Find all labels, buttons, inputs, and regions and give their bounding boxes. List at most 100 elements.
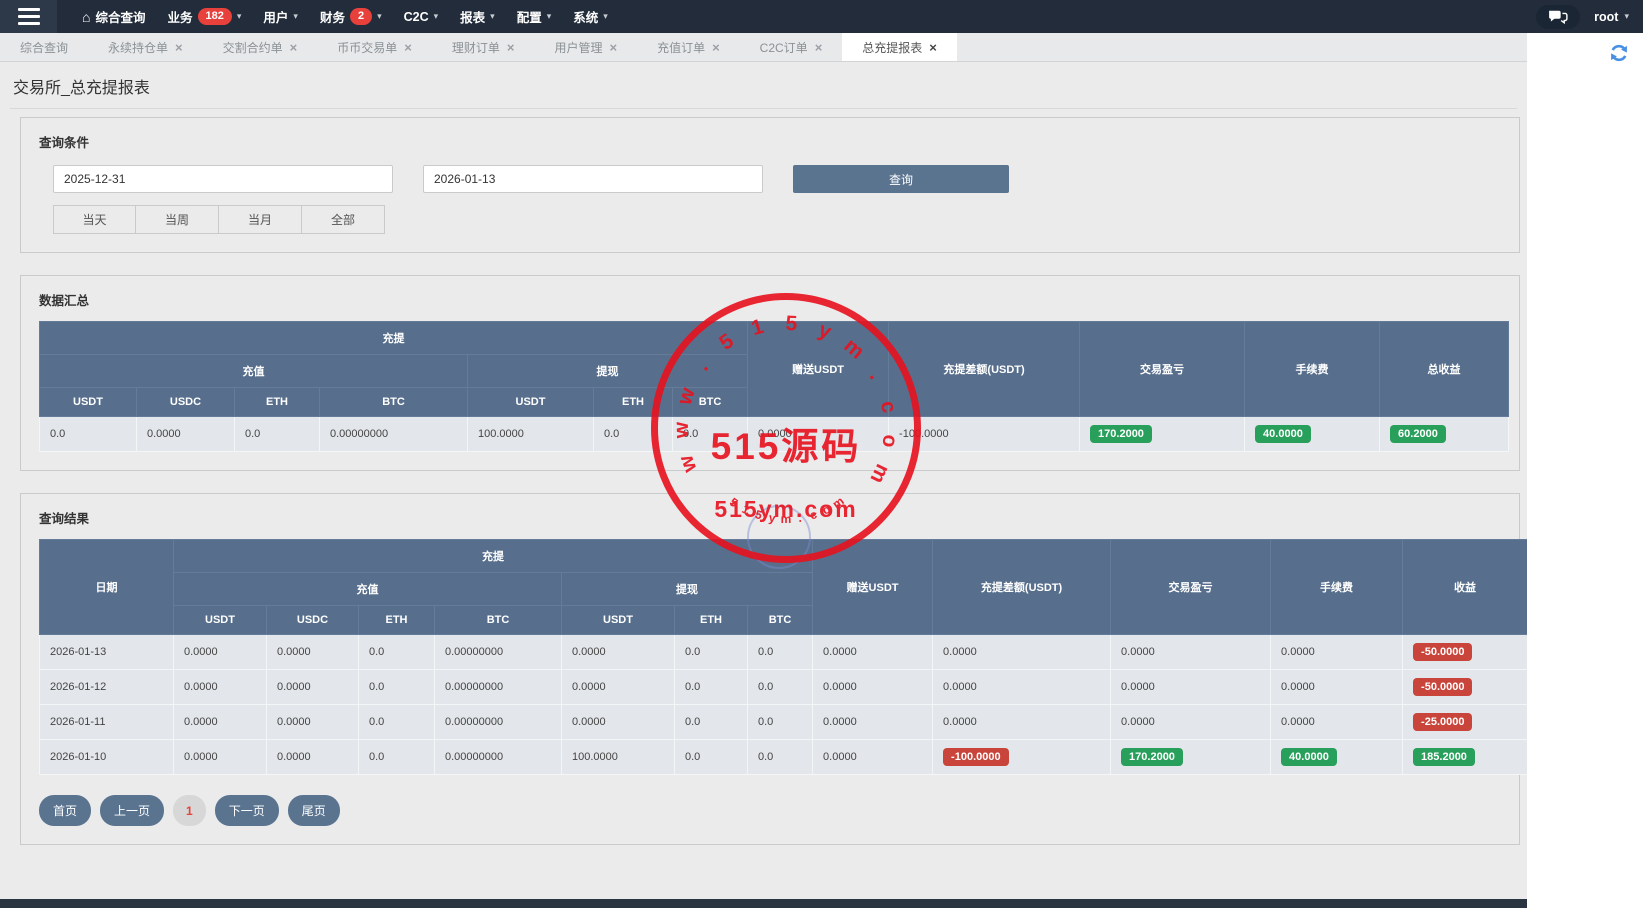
cell: 0.0 [675, 635, 748, 670]
cell: 0.0000 [267, 740, 359, 775]
column-header: 提现 [468, 355, 748, 388]
column-header: 交易盈亏 [1111, 540, 1271, 635]
tab-close-icon[interactable]: × [175, 41, 183, 54]
cell: 0.0 [40, 417, 137, 452]
tab-close-icon[interactable]: × [712, 41, 720, 54]
column-header: 充提差额(USDT) [933, 540, 1111, 635]
query-section-title: 查询条件 [39, 132, 1501, 151]
cell: 170.2000 [1111, 740, 1271, 775]
filter-today-button[interactable]: 当天 [53, 205, 136, 234]
finance-count-badge: 2 [350, 8, 372, 24]
tab-delivery-contracts[interactable]: 交割合约单 × [203, 33, 318, 61]
tab-c2c-orders[interactable]: C2C订单 × [740, 33, 843, 61]
tab-user-management[interactable]: 用户管理 × [534, 33, 637, 61]
query-panel: 查询条件 查询 当天 当周 当月 全部 [20, 117, 1520, 253]
cell: 0.0 [359, 670, 435, 705]
column-header: 充提差额(USDT) [889, 322, 1080, 417]
cell: 0.0000 [1111, 635, 1271, 670]
tab-overview[interactable]: 综合查询 [0, 33, 88, 61]
cell: 0.0000 [267, 705, 359, 740]
filter-this-month-button[interactable]: 当月 [219, 205, 302, 234]
cell: 0.0000 [267, 635, 359, 670]
tab-close-icon[interactable]: × [609, 41, 617, 54]
cell: -50.0000 [1403, 670, 1527, 705]
cell: 0.0000 [174, 705, 267, 740]
cell: 0.0 [748, 705, 813, 740]
prev-page-button[interactable]: 上一页 [100, 795, 164, 826]
cell: 0.0 [748, 670, 813, 705]
nav-item-config[interactable]: 配置 ▾ [506, 0, 563, 33]
nav-item-business[interactable]: 业务 182 ▾ [156, 0, 252, 33]
tab-spot-trades[interactable]: 币币交易单 × [317, 33, 432, 61]
summary-table: 充提 赠送USDT 充提差额(USDT) 交易盈亏 手续费 总收益 充值 提现 [39, 321, 1509, 452]
tab-close-icon[interactable]: × [404, 41, 412, 54]
cell: 2026-01-10 [40, 740, 174, 775]
cell: 2026-01-12 [40, 670, 174, 705]
column-header: 充值 [40, 355, 468, 388]
value-badge: -100.0000 [943, 748, 1009, 766]
cell: 100.0000 [562, 740, 675, 775]
tab-deposit-orders[interactable]: 充值订单 × [637, 33, 740, 61]
nav-item-finance[interactable]: 财务 2 ▾ [309, 0, 393, 33]
nav-item-users[interactable]: 用户 ▾ [252, 0, 309, 33]
filter-this-week-button[interactable]: 当周 [136, 205, 219, 234]
cell: 0.0000 [933, 705, 1111, 740]
business-count-badge: 182 [198, 8, 232, 24]
tab-close-icon[interactable]: × [290, 41, 298, 54]
footer-bar [0, 899, 1527, 908]
cell: -50.0000 [1403, 635, 1527, 670]
tab-close-icon[interactable]: × [815, 41, 823, 54]
current-page-button[interactable]: 1 [173, 795, 206, 826]
pagination: 首页 上一页 1 下一页 尾页 [39, 795, 1501, 826]
nav-item-dashboard[interactable]: ⌂ 综合查询 [71, 0, 156, 33]
tab-close-icon[interactable]: × [507, 41, 515, 54]
column-header: 充提 [174, 540, 813, 573]
tab-total-report[interactable]: 总充提报表 × [842, 33, 957, 61]
last-page-button[interactable]: 尾页 [288, 795, 340, 826]
cell: 40.0000 [1245, 417, 1380, 452]
cell: 0.0000 [562, 705, 675, 740]
cell: 0.0000 [813, 670, 933, 705]
results-section-title: 查询结果 [39, 508, 1501, 527]
nav-item-reports[interactable]: 报表 ▾ [449, 0, 506, 33]
column-header: 日期 [40, 540, 174, 635]
column-header: BTC [435, 606, 562, 635]
caret-down-icon: ▾ [547, 12, 552, 21]
chat-bubbles-icon [1547, 9, 1569, 25]
filter-all-button[interactable]: 全部 [302, 205, 385, 234]
search-button[interactable]: 查询 [793, 165, 1009, 193]
tab-close-icon[interactable]: × [929, 41, 937, 54]
hamburger-menu-button[interactable] [0, 0, 57, 33]
cell: 0.00000000 [435, 705, 562, 740]
column-header: 充提 [40, 322, 748, 355]
summary-panel: 数据汇总 充提 赠送USDT 充提差额(USDT) 交易盈亏 手续费 [20, 275, 1520, 471]
date-to-input[interactable] [423, 165, 763, 193]
column-header: 总收益 [1380, 322, 1509, 417]
cell: 60.2000 [1380, 417, 1509, 452]
main-content: 交易所_总充提报表 查询条件 查询 当天 当周 当月 全部 数据 [0, 62, 1527, 899]
next-page-button[interactable]: 下一页 [215, 795, 279, 826]
tab-perpetual-positions[interactable]: 永续持仓单 × [88, 33, 203, 61]
cell: 0.00000000 [435, 670, 562, 705]
refresh-button[interactable] [1609, 43, 1629, 66]
messages-button[interactable] [1536, 5, 1580, 29]
cell: 0.0000 [1111, 705, 1271, 740]
column-header: USDC [137, 388, 235, 417]
table-row: 2026-01-110.00000.00000.00.000000000.000… [40, 705, 1528, 740]
cell: 100.0000 [468, 417, 594, 452]
nav-item-c2c[interactable]: C2C ▾ [393, 0, 450, 33]
quick-filter-group: 当天 当周 当月 全部 [53, 205, 1501, 234]
nav-item-system[interactable]: 系统 ▾ [562, 0, 619, 33]
date-from-input[interactable] [53, 165, 393, 193]
cell: 0.00000000 [320, 417, 468, 452]
value-badge: -50.0000 [1413, 643, 1472, 661]
caret-down-icon: ▾ [434, 12, 439, 21]
tab-wealth-orders[interactable]: 理财订单 × [432, 33, 535, 61]
value-badge: 40.0000 [1255, 425, 1311, 443]
user-menu[interactable]: root ▾ [1594, 10, 1629, 24]
cell: 0.0000 [174, 740, 267, 775]
home-icon: ⌂ [82, 10, 90, 24]
first-page-button[interactable]: 首页 [39, 795, 91, 826]
cell: 0.0 [748, 740, 813, 775]
cell: -25.0000 [1403, 705, 1527, 740]
